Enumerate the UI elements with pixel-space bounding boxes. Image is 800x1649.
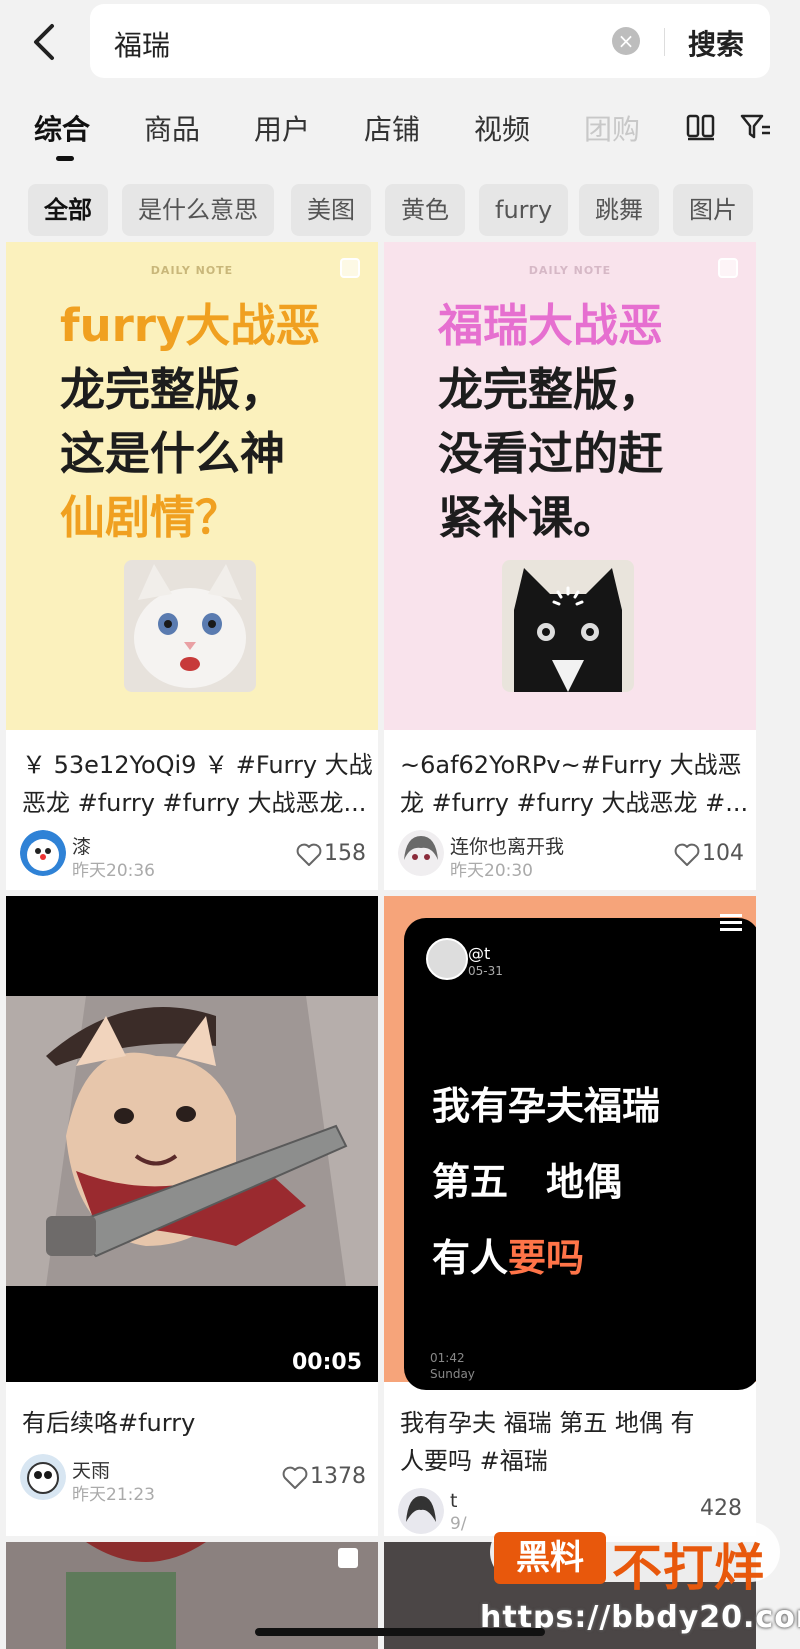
post-time: 9/: [450, 1514, 467, 1534]
chip-all[interactable]: 全部: [28, 184, 108, 236]
avatar[interactable]: [20, 1454, 66, 1500]
avatar[interactable]: [398, 830, 444, 876]
checkbox-icon: [340, 258, 360, 278]
chip-pictures[interactable]: 图片: [673, 184, 753, 236]
back-arrow-icon[interactable]: [26, 20, 66, 64]
search-button[interactable]: 搜索: [688, 23, 744, 63]
card-cover: @t 05-31 我有孕夫福瑞 第五 地偶 有人要吗 01:42 Sunday: [384, 896, 756, 1390]
card-title: ￥ 53e12YoQi9 ￥ #Furry 大战 恶龙 #furry #furr…: [22, 746, 378, 822]
category-tabs: 综合 商品 用户 店铺 视频 团购: [0, 96, 800, 162]
search-query-text: 福瑞: [114, 29, 171, 62]
cover-label: DAILY NOTE: [528, 264, 612, 277]
phone-post-text: 我有孕夫福瑞 第五 地偶 有人要吗: [432, 1068, 742, 1296]
author-name[interactable]: 连你也离开我: [450, 832, 564, 859]
phone-line: 我有孕夫福瑞: [432, 1084, 661, 1128]
filter-chips: 全部 是什么意思 美图 黄色 furry 跳舞 图片: [0, 176, 800, 236]
tab-users[interactable]: 用户: [254, 108, 310, 148]
video-duration: 00:05: [291, 1350, 362, 1375]
heart-icon[interactable]: [674, 843, 700, 867]
cover-line: 这是什么神: [60, 427, 286, 480]
menu-icon: [720, 914, 742, 931]
phone-line: 有人: [432, 1236, 509, 1280]
result-card[interactable]: DAILY NOTE furry大战恶 龙完整版， 这是什么神 仙剧情？ ￥ 5…: [6, 242, 378, 890]
cover-line: 福瑞大战恶: [438, 299, 664, 352]
card-title: ~6af62YoRPv~#Furry 大战恶 龙 #furry #furry 大…: [400, 746, 756, 822]
checkbox-icon: [718, 258, 738, 278]
white-cat-image: [124, 560, 256, 692]
post-time: 昨天20:30: [450, 861, 533, 881]
chip-meaning[interactable]: 是什么意思: [122, 184, 274, 236]
avatar[interactable]: [398, 1488, 444, 1534]
card-title-line: 龙 #furry #furry 大战恶龙 #...: [400, 789, 749, 817]
search-divider: [664, 28, 665, 56]
card-cover: DAILY NOTE 福瑞大战恶 龙完整版， 没看过的赶 紧补课。: [384, 242, 756, 730]
tab-videos[interactable]: 视频: [474, 108, 530, 148]
chip-furry[interactable]: furry: [479, 184, 569, 236]
furry-pirate-illustration: [6, 996, 378, 1286]
cover-label: DAILY NOTE: [150, 264, 234, 277]
heart-icon[interactable]: [296, 843, 322, 867]
chip-yellow[interactable]: 黄色: [385, 184, 465, 236]
author-name[interactable]: 漆: [72, 832, 91, 859]
avatar[interactable]: [20, 830, 66, 876]
like-count: 1378: [310, 1464, 366, 1489]
search-input[interactable]: 福瑞 × 搜索: [90, 4, 770, 78]
card-title-line: ￥ 53e12YoQi9 ￥ #Furry 大战: [22, 751, 373, 779]
tab-comprehensive[interactable]: 综合: [34, 108, 90, 148]
phone-line: 第五 地偶: [432, 1160, 623, 1204]
post-time: 昨天20:36: [72, 861, 155, 881]
phone-clock-time: 01:42: [430, 1351, 465, 1365]
tab-products[interactable]: 商品: [144, 108, 200, 148]
phone-username: @t: [468, 944, 491, 963]
cover-text: 福瑞大战恶 龙完整版， 没看过的赶 紧补课。: [438, 294, 728, 550]
result-card[interactable]: @t 05-31 我有孕夫福瑞 第五 地偶 有人要吗 01:42 Sunday …: [384, 896, 756, 1536]
phone-date: 05-31: [468, 964, 503, 978]
like-count: 428: [700, 1496, 742, 1521]
card-title-line: 我有孕夫 福瑞 第五 地偶 有: [400, 1409, 695, 1437]
watermark-logo: 黑料: [494, 1532, 606, 1584]
home-indicator: [255, 1628, 545, 1636]
cover-line: 龙完整版，: [438, 363, 664, 416]
post-time: 昨天21:23: [72, 1485, 155, 1505]
card-title-line: 有后续咯#furry: [22, 1409, 196, 1437]
clear-icon[interactable]: ×: [612, 27, 640, 55]
cover-line: furry大战恶: [60, 299, 321, 352]
filter-icon[interactable]: [740, 112, 772, 142]
phone-clock: 01:42 Sunday: [430, 1350, 475, 1382]
card-title-line: 人要吗 #福瑞: [400, 1447, 548, 1475]
card-title-line: 恶龙 #furry #furry 大战恶龙...: [22, 789, 367, 817]
tab-group-buy[interactable]: 团购: [584, 108, 640, 148]
like-count: 158: [324, 841, 366, 866]
cover-line: 没看过的赶: [438, 427, 664, 480]
chip-beautiful-pics[interactable]: 美图: [291, 184, 371, 236]
tab-shops[interactable]: 店铺: [364, 108, 420, 148]
top-bar: 福瑞 × 搜索: [0, 0, 800, 88]
phone-clock-day: Sunday: [430, 1367, 475, 1381]
phone-line-highlight: 要吗: [508, 1236, 585, 1280]
card-cover: DAILY NOTE furry大战恶 龙完整版， 这是什么神 仙剧情？: [6, 242, 378, 730]
chip-dance[interactable]: 跳舞: [579, 184, 659, 236]
card-title-line: ~6af62YoRPv~#Furry 大战恶: [400, 751, 742, 779]
cover-text: furry大战恶 龙完整版， 这是什么神 仙剧情？: [60, 294, 350, 550]
cover-line: 龙完整版，: [60, 363, 286, 416]
card-title: 有后续咯#furry: [22, 1404, 378, 1442]
avatar: [426, 938, 468, 980]
cover-line: 紧补课。: [438, 491, 619, 544]
video-cover: 00:05: [6, 896, 378, 1382]
result-card[interactable]: 00:05 有后续咯#furry 天雨 昨天21:23 1378: [6, 896, 378, 1536]
phone-screenshot: @t 05-31 我有孕夫福瑞 第五 地偶 有人要吗 01:42 Sunday: [404, 918, 756, 1390]
author-name[interactable]: t: [450, 1490, 457, 1512]
layout-toggle-icon[interactable]: [686, 112, 716, 142]
black-cat-image: [502, 560, 634, 692]
card-title: 我有孕夫 福瑞 第五 地偶 有 人要吗 #福瑞: [400, 1404, 756, 1480]
active-tab-indicator: [56, 156, 74, 161]
watermark-text: 不打烊: [612, 1539, 765, 1597]
like-count: 104: [702, 841, 744, 866]
author-name[interactable]: 天雨: [72, 1456, 110, 1483]
cover-line: 仙剧情？: [60, 491, 241, 544]
heart-icon[interactable]: [282, 1466, 308, 1490]
result-card[interactable]: DAILY NOTE 福瑞大战恶 龙完整版， 没看过的赶 紧补课。 ~6af62…: [384, 242, 756, 890]
